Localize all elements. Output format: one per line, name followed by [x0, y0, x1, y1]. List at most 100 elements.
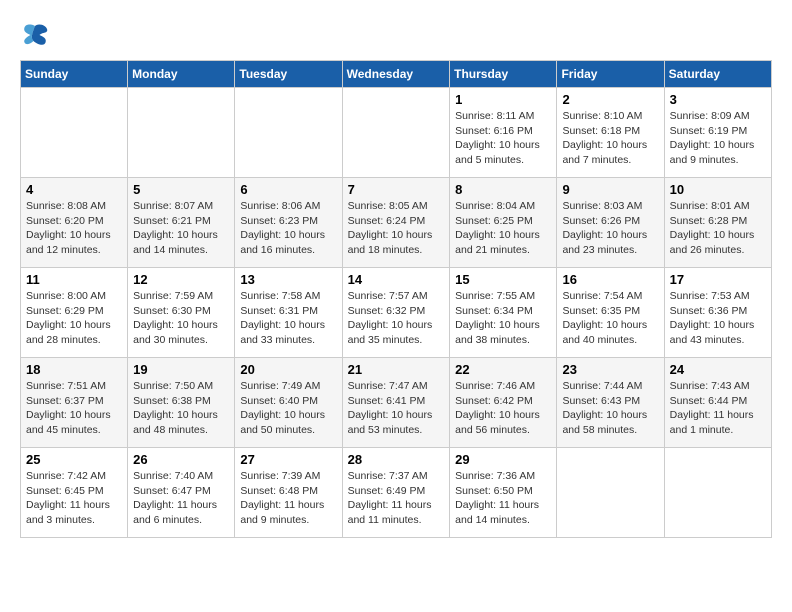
- calendar-cell: 18Sunrise: 7:51 AM Sunset: 6:37 PM Dayli…: [21, 358, 128, 448]
- day-info: Sunrise: 7:59 AM Sunset: 6:30 PM Dayligh…: [133, 289, 229, 348]
- day-number: 20: [240, 362, 336, 377]
- col-header-thursday: Thursday: [450, 61, 557, 88]
- calendar-cell: 14 Sunrise: 7:57 AM Sunset: 6:32 PM Dayli…: [342, 268, 450, 358]
- day-info: Sunrise: 8:07 AM Sunset: 6:21 PM Dayligh…: [133, 199, 229, 258]
- day-number: 19: [133, 362, 229, 377]
- day-info: Sunrise: 7:57 AM Sunset: 6:32 PM Dayligh…: [348, 289, 445, 348]
- day-number: 10: [670, 182, 766, 197]
- calendar-cell: 1Sunrise: 8:11 AM Sunset: 6:16 PM Daylig…: [450, 88, 557, 178]
- day-info: Sunrise: 8:10 AM Sunset: 6:18 PM Dayligh…: [562, 109, 658, 168]
- day-number: 25: [26, 452, 122, 467]
- day-number: 16: [562, 272, 658, 287]
- day-number: 27: [240, 452, 336, 467]
- day-number: 24: [670, 362, 766, 377]
- day-number: 11: [26, 272, 122, 287]
- page-header: [20, 20, 772, 50]
- calendar-cell: 8 Sunrise: 8:04 AM Sunset: 6:25 PM Daylig…: [450, 178, 557, 268]
- day-number: 12: [133, 272, 229, 287]
- day-info: Sunrise: 7:39 AM Sunset: 6:48 PM Dayligh…: [240, 469, 336, 528]
- calendar-cell: 12 Sunrise: 7:59 AM Sunset: 6:30 PM Dayli…: [128, 268, 235, 358]
- day-number: 18: [26, 362, 122, 377]
- day-number: 7: [348, 182, 445, 197]
- day-info: Sunrise: 8:09 AM Sunset: 6:19 PM Dayligh…: [670, 109, 766, 168]
- day-info: Sunrise: 7:40 AM Sunset: 6:47 PM Dayligh…: [133, 469, 229, 528]
- day-number: 28: [348, 452, 445, 467]
- day-info: Sunrise: 8:05 AM Sunset: 6:24 PM Dayligh…: [348, 199, 445, 258]
- day-number: 14: [348, 272, 445, 287]
- day-number: 21: [348, 362, 445, 377]
- day-info: Sunrise: 8:06 AM Sunset: 6:23 PM Dayligh…: [240, 199, 336, 258]
- calendar-cell: 21 Sunrise: 7:47 AM Sunset: 6:41 PM Dayli…: [342, 358, 450, 448]
- day-number: 1: [455, 92, 551, 107]
- calendar-cell: [235, 88, 342, 178]
- calendar-header: SundayMondayTuesdayWednesdayThursdayFrid…: [21, 61, 772, 88]
- logo-bird-icon: [20, 20, 50, 50]
- calendar-cell: 3 Sunrise: 8:09 AM Sunset: 6:19 PM Daylig…: [664, 88, 771, 178]
- col-header-tuesday: Tuesday: [235, 61, 342, 88]
- day-number: 8: [455, 182, 551, 197]
- day-info: Sunrise: 7:43 AM Sunset: 6:44 PM Dayligh…: [670, 379, 766, 438]
- calendar-cell: 10Sunrise: 8:01 AM Sunset: 6:28 PM Dayli…: [664, 178, 771, 268]
- day-number: 26: [133, 452, 229, 467]
- day-info: Sunrise: 8:04 AM Sunset: 6:25 PM Dayligh…: [455, 199, 551, 258]
- logo: [20, 20, 54, 50]
- calendar-cell: 7 Sunrise: 8:05 AM Sunset: 6:24 PM Daylig…: [342, 178, 450, 268]
- calendar-cell: 17Sunrise: 7:53 AM Sunset: 6:36 PM Dayli…: [664, 268, 771, 358]
- day-number: 17: [670, 272, 766, 287]
- week-row-3: 11 Sunrise: 8:00 AM Sunset: 6:29 PM Dayli…: [21, 268, 772, 358]
- day-number: 3: [670, 92, 766, 107]
- week-row-5: 25 Sunrise: 7:42 AM Sunset: 6:45 PM Dayli…: [21, 448, 772, 538]
- day-number: 9: [562, 182, 658, 197]
- calendar-cell: 27 Sunrise: 7:39 AM Sunset: 6:48 PM Dayli…: [235, 448, 342, 538]
- day-info: Sunrise: 7:58 AM Sunset: 6:31 PM Dayligh…: [240, 289, 336, 348]
- calendar-cell: 15 Sunrise: 7:55 AM Sunset: 6:34 PM Dayli…: [450, 268, 557, 358]
- calendar-cell: 26 Sunrise: 7:40 AM Sunset: 6:47 PM Dayli…: [128, 448, 235, 538]
- day-info: Sunrise: 7:36 AM Sunset: 6:50 PM Dayligh…: [455, 469, 551, 528]
- calendar-cell: 28 Sunrise: 7:37 AM Sunset: 6:49 PM Dayli…: [342, 448, 450, 538]
- col-header-sunday: Sunday: [21, 61, 128, 88]
- day-number: 23: [562, 362, 658, 377]
- calendar-cell: [557, 448, 664, 538]
- day-info: Sunrise: 7:37 AM Sunset: 6:49 PM Dayligh…: [348, 469, 445, 528]
- calendar-cell: 23 Sunrise: 7:44 AM Sunset: 6:43 PM Dayli…: [557, 358, 664, 448]
- col-header-friday: Friday: [557, 61, 664, 88]
- day-info: Sunrise: 7:47 AM Sunset: 6:41 PM Dayligh…: [348, 379, 445, 438]
- calendar-cell: 5 Sunrise: 8:07 AM Sunset: 6:21 PM Daylig…: [128, 178, 235, 268]
- calendar-cell: [128, 88, 235, 178]
- calendar-cell: [664, 448, 771, 538]
- week-row-1: 1Sunrise: 8:11 AM Sunset: 6:16 PM Daylig…: [21, 88, 772, 178]
- day-number: 6: [240, 182, 336, 197]
- day-info: Sunrise: 8:00 AM Sunset: 6:29 PM Dayligh…: [26, 289, 122, 348]
- calendar-cell: 16 Sunrise: 7:54 AM Sunset: 6:35 PM Dayli…: [557, 268, 664, 358]
- calendar-cell: 24 Sunrise: 7:43 AM Sunset: 6:44 PM Dayli…: [664, 358, 771, 448]
- calendar-cell: 4Sunrise: 8:08 AM Sunset: 6:20 PM Daylig…: [21, 178, 128, 268]
- day-info: Sunrise: 7:44 AM Sunset: 6:43 PM Dayligh…: [562, 379, 658, 438]
- day-info: Sunrise: 7:46 AM Sunset: 6:42 PM Dayligh…: [455, 379, 551, 438]
- day-number: 22: [455, 362, 551, 377]
- calendar-cell: 19Sunrise: 7:50 AM Sunset: 6:38 PM Dayli…: [128, 358, 235, 448]
- day-number: 4: [26, 182, 122, 197]
- col-header-wednesday: Wednesday: [342, 61, 450, 88]
- day-number: 15: [455, 272, 551, 287]
- week-row-2: 4Sunrise: 8:08 AM Sunset: 6:20 PM Daylig…: [21, 178, 772, 268]
- day-info: Sunrise: 7:42 AM Sunset: 6:45 PM Dayligh…: [26, 469, 122, 528]
- day-info: Sunrise: 7:54 AM Sunset: 6:35 PM Dayligh…: [562, 289, 658, 348]
- header-row: SundayMondayTuesdayWednesdayThursdayFrid…: [21, 61, 772, 88]
- calendar-cell: 9 Sunrise: 8:03 AM Sunset: 6:26 PM Daylig…: [557, 178, 664, 268]
- calendar-cell: 20 Sunrise: 7:49 AM Sunset: 6:40 PM Dayli…: [235, 358, 342, 448]
- calendar-cell: 29 Sunrise: 7:36 AM Sunset: 6:50 PM Dayli…: [450, 448, 557, 538]
- day-info: Sunrise: 7:49 AM Sunset: 6:40 PM Dayligh…: [240, 379, 336, 438]
- day-number: 5: [133, 182, 229, 197]
- calendar-table: SundayMondayTuesdayWednesdayThursdayFrid…: [20, 60, 772, 538]
- col-header-saturday: Saturday: [664, 61, 771, 88]
- calendar-cell: 25 Sunrise: 7:42 AM Sunset: 6:45 PM Dayli…: [21, 448, 128, 538]
- day-number: 29: [455, 452, 551, 467]
- week-row-4: 18Sunrise: 7:51 AM Sunset: 6:37 PM Dayli…: [21, 358, 772, 448]
- calendar-cell: [342, 88, 450, 178]
- day-info: Sunrise: 7:55 AM Sunset: 6:34 PM Dayligh…: [455, 289, 551, 348]
- day-number: 2: [562, 92, 658, 107]
- calendar-cell: 22 Sunrise: 7:46 AM Sunset: 6:42 PM Dayli…: [450, 358, 557, 448]
- day-info: Sunrise: 8:03 AM Sunset: 6:26 PM Dayligh…: [562, 199, 658, 258]
- col-header-monday: Monday: [128, 61, 235, 88]
- calendar-cell: 11 Sunrise: 8:00 AM Sunset: 6:29 PM Dayli…: [21, 268, 128, 358]
